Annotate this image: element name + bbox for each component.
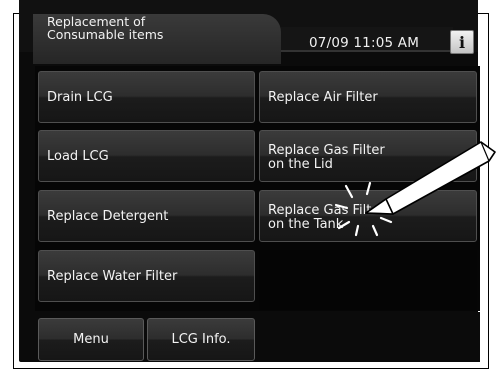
stylus-icon	[365, 141, 496, 215]
stylus-overlay	[334, 141, 496, 237]
